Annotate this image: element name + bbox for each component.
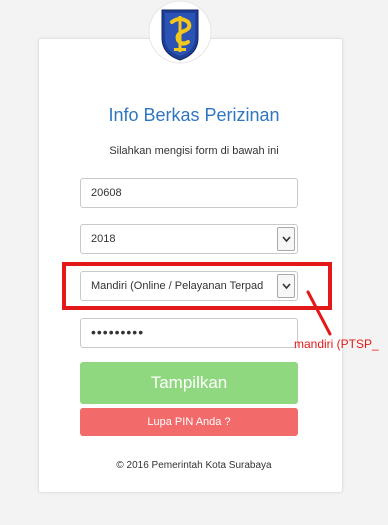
show-button[interactable]: Tampilkan — [80, 362, 298, 404]
pin-input[interactable]: ••••••••• — [80, 318, 298, 348]
year-select[interactable]: 2018 — [80, 224, 298, 254]
forgot-pin-button[interactable]: Lupa PIN Anda ? — [80, 408, 298, 436]
page-title: Info Berkas Perizinan — [108, 105, 280, 125]
copyright-footer: © 2016 Pemerintah Kota Surabaya — [116, 460, 272, 471]
year-select-value: 2018 — [91, 233, 116, 245]
pin-input-value: ••••••••• — [91, 324, 145, 340]
registration-number-value: 20608 — [91, 187, 122, 199]
registration-number-input[interactable]: 20608 — [80, 178, 298, 208]
chevron-down-icon[interactable] — [277, 227, 295, 251]
annotation-arrow-line — [306, 290, 332, 336]
page-subtitle: Silahkan mengisi form di bawah ini — [109, 145, 279, 157]
surabaya-crest-icon — [148, 0, 212, 64]
annotation-highlight-box — [62, 262, 332, 310]
annotation-text: mandiri (PTSP_ — [294, 337, 379, 351]
